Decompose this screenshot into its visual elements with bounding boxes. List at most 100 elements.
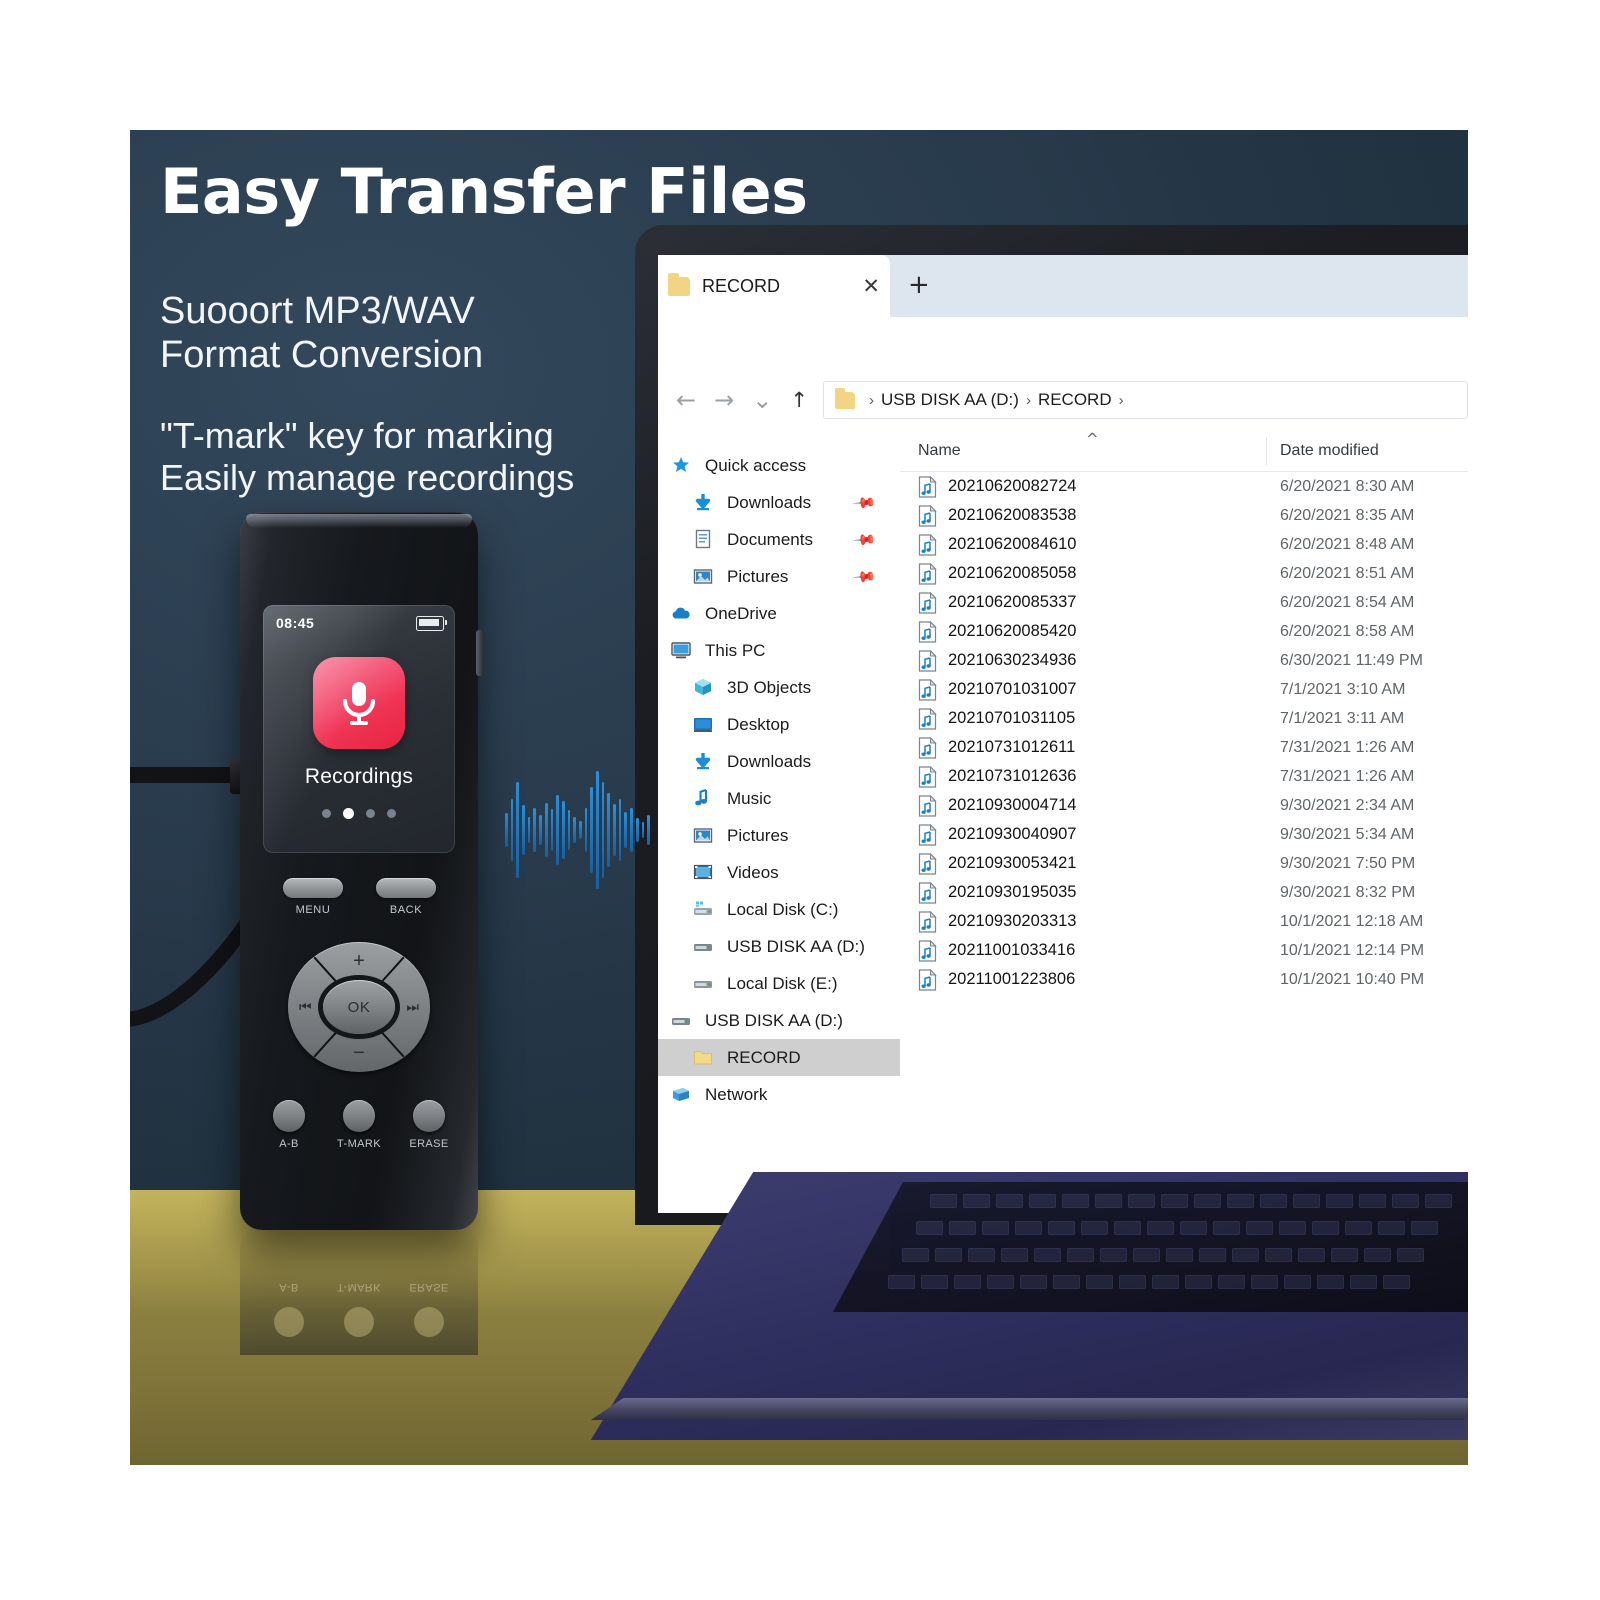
menu-back-row: MENU BACK — [240, 872, 478, 930]
sidebar-item-downloads[interactable]: Downloads 📌 — [658, 484, 900, 521]
feature-line-1: Suooort MP3/WAV — [160, 290, 475, 332]
sidebar-item-desktop[interactable]: Desktop — [658, 706, 900, 743]
new-tab-icon[interactable]: + — [908, 272, 930, 298]
next-track-icon[interactable]: ⏭ — [406, 999, 419, 1016]
pin-icon[interactable]: 📌 — [852, 490, 878, 516]
sidebar-item-documents[interactable]: Documents 📌 — [658, 521, 900, 558]
pin-icon[interactable]: 📌 — [852, 527, 878, 553]
sidebar-item-label: Local Disk (E:) — [727, 973, 838, 993]
file-date-modified: 10/1/2021 12:14 PM — [1280, 941, 1425, 959]
file-name: 20210620084610 — [948, 535, 1077, 553]
breadcrumb[interactable]: › USB DISK AA (D:) › RECORD › — [823, 381, 1468, 419]
breadcrumb-item-record[interactable]: RECORD — [1038, 390, 1112, 410]
file-name: 20210620085058 — [948, 564, 1077, 582]
sidebar-item-downloads[interactable]: Downloads — [658, 743, 900, 780]
keyboard-key — [1015, 1221, 1042, 1235]
tmark-button[interactable] — [343, 1100, 375, 1132]
file-row[interactable]: 20210620085337 6/20/2021 8:54 AM — [900, 588, 1468, 617]
file-row[interactable]: 20210930040907 9/30/2021 5:34 AM — [900, 820, 1468, 849]
sidebar-item-network[interactable]: Network — [658, 1076, 900, 1113]
waveform-bar — [522, 805, 525, 855]
file-row[interactable]: 20210620082724 6/20/2021 8:30 AM — [900, 472, 1468, 501]
file-row[interactable]: 20210930004714 9/30/2021 2:34 AM — [900, 791, 1468, 820]
file-row[interactable]: 20211001223806 10/1/2021 10:40 PM — [900, 965, 1468, 994]
sidebar-item-this-pc[interactable]: This PC — [658, 632, 900, 669]
column-headers: Name ^ Date modified — [900, 430, 1468, 472]
previous-track-icon[interactable]: ⏮ — [299, 999, 312, 1016]
keyboard-key — [1232, 1248, 1259, 1262]
file-row[interactable]: 20210620085420 6/20/2021 8:58 AM — [900, 617, 1468, 646]
ok-button[interactable]: OK — [323, 980, 395, 1034]
close-icon[interactable]: ✕ — [862, 275, 880, 297]
file-row[interactable]: 20210930203313 10/1/2021 12:18 AM — [900, 907, 1468, 936]
keyboard-key — [1081, 1221, 1108, 1235]
file-row[interactable]: 20211001033416 10/1/2021 12:14 PM — [900, 936, 1468, 965]
sidebar-item-local-disk-e[interactable]: Local Disk (E:) — [658, 965, 900, 1002]
sidebar-item-3d-objects[interactable]: 3D Objects — [658, 669, 900, 706]
file-row[interactable]: 20210930053421 9/30/2021 7:50 PM — [900, 849, 1468, 878]
keyboard-key — [982, 1221, 1009, 1235]
file-row[interactable]: 20210731012611 7/31/2021 1:26 AM — [900, 733, 1468, 762]
sidebar-item-pictures[interactable]: Pictures 📌 — [658, 558, 900, 595]
volume-down-icon[interactable]: − — [353, 1043, 365, 1063]
sidebar-item-label: Local Disk (C:) — [727, 899, 839, 919]
side-button[interactable] — [476, 630, 483, 676]
sidebar-item-usb-disk-aa-d[interactable]: USB DISK AA (D:) — [658, 1002, 900, 1039]
file-name: 20210620085337 — [948, 593, 1077, 611]
file-row[interactable]: 20210701031007 7/1/2021 3:10 AM — [900, 675, 1468, 704]
microphone-icon[interactable] — [313, 657, 405, 749]
reflection-button — [344, 1307, 374, 1337]
column-header-name[interactable]: Name — [918, 442, 961, 460]
reflection-button — [274, 1307, 304, 1337]
music-file-icon — [918, 678, 937, 701]
ab-button[interactable] — [273, 1100, 305, 1132]
keyboard-key — [968, 1248, 995, 1262]
waveform-bar — [550, 809, 554, 851]
erase-button[interactable] — [413, 1100, 445, 1132]
back-icon[interactable]: ← — [676, 388, 696, 412]
breadcrumb-item-drive[interactable]: USB DISK AA (D:) — [881, 390, 1019, 410]
music-file-icon — [918, 765, 937, 788]
keyboard-key — [996, 1194, 1023, 1208]
forward-icon[interactable]: → — [714, 388, 734, 412]
keyboard-key — [935, 1248, 962, 1262]
sidebar-item-local-disk-c[interactable]: Local Disk (C:) — [658, 891, 900, 928]
pin-icon[interactable]: 📌 — [852, 564, 878, 590]
tab-record[interactable]: RECORD ✕ — [658, 255, 890, 317]
reflection-label-tmark: T-MARK — [337, 1281, 381, 1293]
file-row[interactable]: 20210620084610 6/20/2021 8:48 AM — [900, 530, 1468, 559]
file-row[interactable]: 20210620085058 6/20/2021 8:51 AM — [900, 559, 1468, 588]
tab-label: RECORD — [702, 275, 781, 296]
file-row[interactable]: 20210930195035 9/30/2021 8:32 PM — [900, 878, 1468, 907]
sidebar-item-record[interactable]: RECORD — [658, 1039, 900, 1076]
document-icon — [692, 529, 718, 551]
music-file-icon — [918, 939, 937, 962]
music-file-icon — [918, 968, 937, 991]
sidebar-item-quick-access[interactable]: Quick access — [658, 447, 900, 484]
audio-waveform — [505, 755, 650, 905]
column-header-date[interactable]: Date modified — [1280, 442, 1379, 460]
system-drive-icon — [692, 899, 718, 921]
recent-locations-icon[interactable]: ⌄ — [752, 388, 772, 412]
sidebar-item-label: Videos — [727, 862, 779, 882]
column-divider[interactable] — [1266, 437, 1267, 465]
menu-button[interactable] — [283, 878, 343, 898]
music-file-icon — [918, 910, 937, 933]
keyboard-key — [888, 1275, 915, 1289]
file-row[interactable]: 20210630234936 6/30/2021 11:49 PM — [900, 646, 1468, 675]
reflection-button — [414, 1307, 444, 1337]
sidebar-item-videos[interactable]: Videos — [658, 854, 900, 891]
file-row[interactable]: 20210701031105 7/1/2021 3:11 AM — [900, 704, 1468, 733]
back-button[interactable] — [376, 878, 436, 898]
keyboard-key — [1133, 1248, 1160, 1262]
sidebar-item-onedrive[interactable]: OneDrive — [658, 595, 900, 632]
sidebar-item-usb-disk-aa-d[interactable]: USB DISK AA (D:) — [658, 928, 900, 965]
volume-up-icon[interactable]: + — [353, 951, 365, 971]
sidebar-item-pictures[interactable]: Pictures — [658, 817, 900, 854]
sidebar-item-music[interactable]: Music — [658, 780, 900, 817]
up-icon[interactable]: ↑ — [790, 389, 808, 411]
file-row[interactable]: 20210620083538 6/20/2021 8:35 AM — [900, 501, 1468, 530]
file-row[interactable]: 20210731012636 7/31/2021 1:26 AM — [900, 762, 1468, 791]
device-reflection: A-B T-MARK ERASE — [240, 1230, 478, 1355]
waveform-bar — [590, 787, 593, 873]
